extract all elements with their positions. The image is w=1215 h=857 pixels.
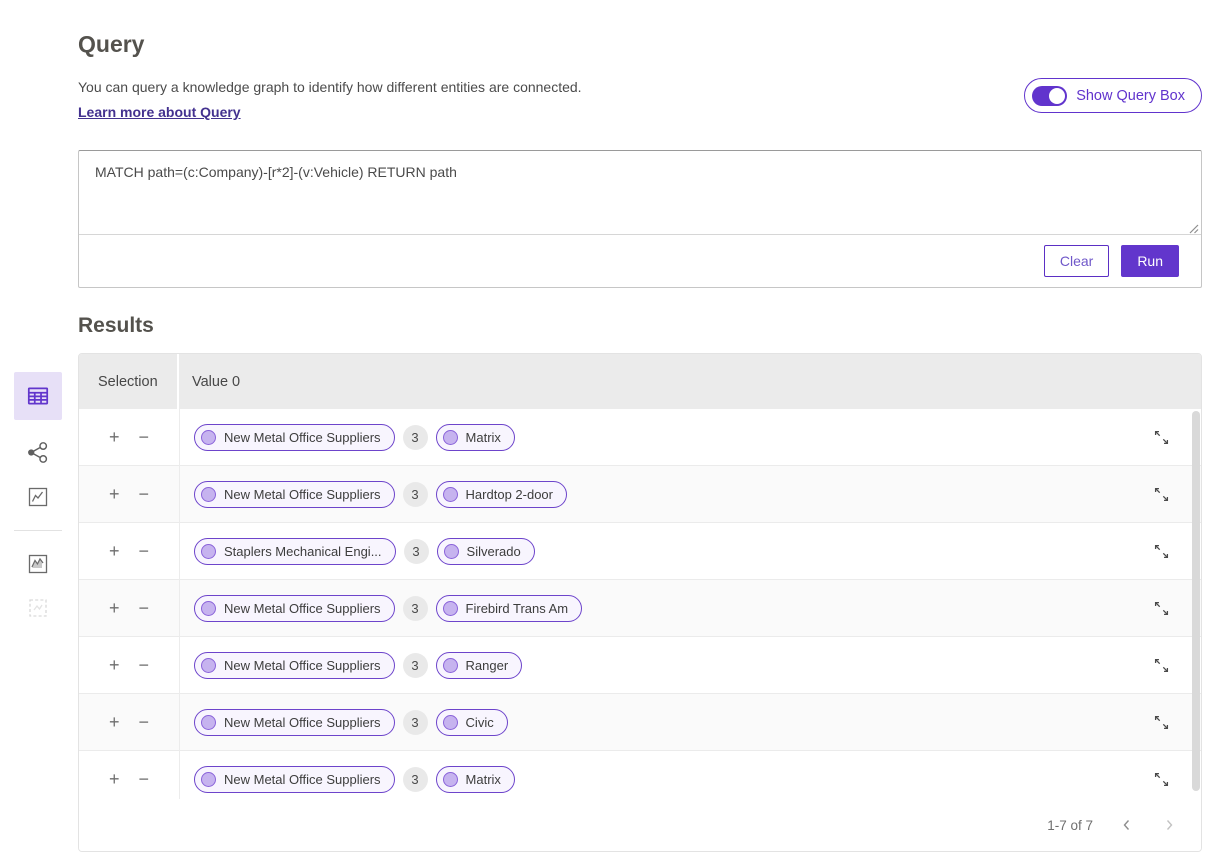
add-selection-button[interactable]: +	[109, 542, 120, 560]
pagination-range: 1-7 of 7	[1047, 818, 1093, 833]
entity-pill-source[interactable]: New Metal Office Suppliers	[194, 481, 395, 508]
add-selection-button[interactable]: +	[109, 713, 120, 731]
textarea-resize-handle[interactable]	[1188, 221, 1199, 232]
view-switcher-sidebar	[14, 372, 62, 620]
query-box: MATCH path=(c:Company)-[r*2]-(v:Vehicle)…	[78, 150, 1202, 288]
table-row: + − New Metal Office Suppliers 3 Matrix	[79, 751, 1201, 799]
toggle-label: Show Query Box	[1076, 88, 1185, 104]
entity-pill-target[interactable]: Civic	[436, 709, 508, 736]
node-icon	[201, 430, 216, 445]
remove-selection-button[interactable]: −	[139, 428, 150, 446]
table-footer: 1-7 of 7	[79, 799, 1201, 851]
node-icon	[201, 658, 216, 673]
remove-selection-button[interactable]: −	[139, 713, 150, 731]
remove-selection-button[interactable]: −	[139, 656, 150, 674]
column-header-selection: Selection	[79, 354, 179, 409]
remove-selection-button[interactable]: −	[139, 542, 150, 560]
entity-pill-target[interactable]: Matrix	[436, 766, 515, 793]
node-icon	[443, 601, 458, 616]
entity-pill-source[interactable]: New Metal Office Suppliers	[194, 766, 395, 793]
add-selection-button[interactable]: +	[109, 599, 120, 617]
remove-selection-button[interactable]: −	[139, 770, 150, 788]
expand-row-icon[interactable]	[1152, 713, 1171, 732]
page-title: Query	[78, 31, 1202, 58]
column-header-value0: Value 0	[179, 354, 1201, 409]
node-icon	[201, 715, 216, 730]
edge-count-badge: 3	[403, 710, 428, 735]
node-icon	[201, 601, 216, 616]
add-selection-button[interactable]: +	[109, 428, 120, 446]
empty-view-icon	[26, 596, 50, 620]
add-selection-button[interactable]: +	[109, 656, 120, 674]
edge-count-badge: 3	[404, 539, 429, 564]
node-icon	[443, 715, 458, 730]
node-icon	[201, 772, 216, 787]
entity-pill-source[interactable]: New Metal Office Suppliers	[194, 424, 395, 451]
table-header: Selection Value 0	[79, 354, 1201, 409]
query-actions: Clear Run	[79, 235, 1201, 287]
table-row: + − New Metal Office Suppliers 3 Civic	[79, 694, 1201, 751]
results-table: Selection Value 0 + − New Metal Office S…	[78, 353, 1202, 852]
sidebar-divider	[14, 530, 62, 531]
graph-view-icon[interactable]	[26, 440, 51, 465]
remove-selection-button[interactable]: −	[139, 599, 150, 617]
entity-pill-source[interactable]: Staplers Mechanical Engi...	[194, 538, 396, 565]
expand-row-icon[interactable]	[1152, 542, 1171, 561]
table-row: + − New Metal Office Suppliers 3 Matrix	[79, 409, 1201, 466]
next-page-icon[interactable]	[1161, 817, 1177, 833]
edge-count-badge: 3	[403, 482, 428, 507]
expand-row-icon[interactable]	[1152, 770, 1171, 789]
node-icon	[443, 772, 458, 787]
entity-pill-source[interactable]: New Metal Office Suppliers	[194, 709, 395, 736]
entity-pill-target[interactable]: Silverado	[437, 538, 535, 565]
query-input[interactable]: MATCH path=(c:Company)-[r*2]-(v:Vehicle)…	[79, 151, 1201, 234]
node-icon	[201, 544, 216, 559]
edge-count-badge: 3	[403, 767, 428, 792]
table-body: + − New Metal Office Suppliers 3 Matrix …	[79, 409, 1201, 799]
edge-count-badge: 3	[403, 653, 428, 678]
node-icon	[443, 487, 458, 502]
entity-pill-target[interactable]: Matrix	[436, 424, 515, 451]
show-query-box-toggle[interactable]: Show Query Box	[1024, 78, 1202, 113]
table-row: + − Staplers Mechanical Engi... 3 Silver…	[79, 523, 1201, 580]
learn-more-link[interactable]: Learn more about Query	[78, 104, 241, 120]
add-selection-button[interactable]: +	[109, 485, 120, 503]
entity-pill-source[interactable]: New Metal Office Suppliers	[194, 652, 395, 679]
add-selection-button[interactable]: +	[109, 770, 120, 788]
clear-button[interactable]: Clear	[1044, 245, 1109, 277]
previous-page-icon[interactable]	[1119, 817, 1135, 833]
toggle-switch-icon[interactable]	[1032, 86, 1067, 106]
graph-pattern-view-icon[interactable]	[26, 552, 50, 576]
main-content: Query You can query a knowledge graph to…	[78, 0, 1202, 852]
results-heading: Results	[78, 314, 1202, 338]
node-icon	[201, 487, 216, 502]
node-icon	[443, 430, 458, 445]
node-icon	[443, 658, 458, 673]
run-button[interactable]: Run	[1121, 245, 1179, 277]
node-icon	[444, 544, 459, 559]
column-divider	[179, 409, 180, 799]
edge-count-badge: 3	[403, 596, 428, 621]
expand-row-icon[interactable]	[1152, 428, 1171, 447]
entity-pill-source[interactable]: New Metal Office Suppliers	[194, 595, 395, 622]
remove-selection-button[interactable]: −	[139, 485, 150, 503]
expand-row-icon[interactable]	[1152, 485, 1171, 504]
expand-row-icon[interactable]	[1152, 599, 1171, 618]
entity-pill-target[interactable]: Firebird Trans Am	[436, 595, 583, 622]
vertical-scrollbar[interactable]	[1192, 411, 1200, 791]
table-row: + − New Metal Office Suppliers 3 Hardtop…	[79, 466, 1201, 523]
table-row: + − New Metal Office Suppliers 3 Firebir…	[79, 580, 1201, 637]
table-row: + − New Metal Office Suppliers 3 Ranger	[79, 637, 1201, 694]
entity-pill-target[interactable]: Ranger	[436, 652, 523, 679]
table-view-icon[interactable]	[14, 372, 62, 420]
chart-view-icon[interactable]	[26, 485, 50, 509]
entity-pill-target[interactable]: Hardtop 2-door	[436, 481, 567, 508]
expand-row-icon[interactable]	[1152, 656, 1171, 675]
edge-count-badge: 3	[403, 425, 428, 450]
